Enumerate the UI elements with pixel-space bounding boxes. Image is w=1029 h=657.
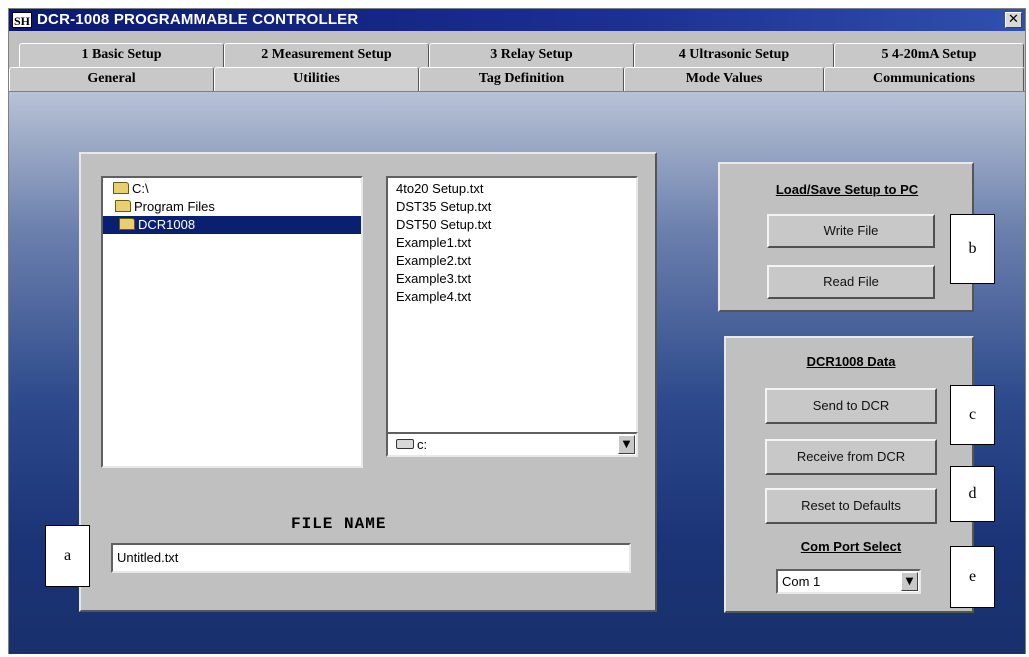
file-name-label: FILE NAME xyxy=(291,515,387,533)
callout-d: d xyxy=(950,466,995,522)
utilities-content: C:\ Program Files DCR1008 4to20 Setup.tx… xyxy=(9,91,1025,654)
tab-tag-definition[interactable]: Tag Definition xyxy=(419,67,624,91)
tab-mode-values[interactable]: Mode Values xyxy=(624,67,824,91)
write-file-button[interactable]: Write File xyxy=(767,214,935,248)
directory-list[interactable]: C:\ Program Files DCR1008 xyxy=(101,176,363,468)
callout-c: c xyxy=(950,385,995,445)
file-list-item[interactable]: Example3.txt xyxy=(396,270,471,288)
receive-from-dcr-button[interactable]: Receive from DCR xyxy=(765,439,937,475)
file-list-item[interactable]: DST35 Setup.txt xyxy=(396,198,491,216)
com-port-select[interactable]: Com 1 ▼ xyxy=(776,569,921,594)
folder-icon xyxy=(115,200,131,212)
file-name-input[interactable]: Untitled.txt xyxy=(111,543,631,573)
file-list-item[interactable]: Example1.txt xyxy=(396,234,471,252)
file-panel: C:\ Program Files DCR1008 4to20 Setup.tx… xyxy=(79,152,657,612)
title-bar[interactable]: SH DCR-1008 PROGRAMMABLE CONTROLLER ✕ xyxy=(9,9,1025,31)
com-port-label: Com Port Select xyxy=(800,539,902,554)
dcr-data-panel: DCR1008 Data Send to DCR Receive from DC… xyxy=(724,336,974,613)
app-window: SH DCR-1008 PROGRAMMABLE CONTROLLER ✕ 1 … xyxy=(8,8,1026,654)
tab-utilities[interactable]: Utilities xyxy=(214,67,419,91)
read-file-button[interactable]: Read File xyxy=(767,265,935,299)
folder-icon xyxy=(119,218,135,230)
file-list-item[interactable]: Example2.txt xyxy=(396,252,471,270)
dcr-data-title: DCR1008 Data xyxy=(806,354,896,369)
callout-b: b xyxy=(950,214,995,284)
file-list[interactable]: 4to20 Setup.txt DST35 Setup.txt DST50 Se… xyxy=(386,176,638,434)
folder-icon xyxy=(113,182,129,194)
tab-ultrasonic-setup[interactable]: 4 Ultrasonic Setup xyxy=(634,43,834,67)
reset-to-defaults-button[interactable]: Reset to Defaults xyxy=(765,488,937,524)
load-save-title: Load/Save Setup to PC xyxy=(775,182,919,197)
close-button[interactable]: ✕ xyxy=(1005,12,1022,28)
directory-item-selected[interactable]: DCR1008 xyxy=(103,216,361,234)
tab-measurement-setup[interactable]: 2 Measurement Setup xyxy=(224,43,429,67)
load-save-panel: Load/Save Setup to PC Write File Read Fi… xyxy=(718,162,974,312)
tab-row-secondary: General Utilities Tag Definition Mode Va… xyxy=(9,67,1025,93)
directory-item[interactable]: Program Files xyxy=(115,198,215,216)
callout-e: e xyxy=(950,546,995,608)
tab-row-primary: 1 Basic Setup 2 Measurement Setup 3 Rela… xyxy=(9,43,1025,69)
file-list-item[interactable]: Example4.txt xyxy=(396,288,471,306)
callout-a: a xyxy=(45,525,90,587)
tab-general[interactable]: General xyxy=(9,67,214,91)
tab-relay-setup[interactable]: 3 Relay Setup xyxy=(429,43,634,67)
directory-item[interactable]: C:\ xyxy=(113,180,149,198)
file-list-item[interactable]: DST50 Setup.txt xyxy=(396,216,491,234)
drive-icon xyxy=(396,439,414,449)
tab-communications[interactable]: Communications xyxy=(824,67,1024,91)
tab-basic-setup[interactable]: 1 Basic Setup xyxy=(19,43,224,67)
window-title: DCR-1008 PROGRAMMABLE CONTROLLER xyxy=(37,11,359,28)
tab-4-20ma-setup[interactable]: 5 4-20mA Setup xyxy=(834,43,1024,67)
chevron-down-icon[interactable]: ▼ xyxy=(618,435,635,454)
drive-select[interactable]: c: ▼ xyxy=(386,432,638,457)
chevron-down-icon[interactable]: ▼ xyxy=(901,572,918,591)
app-logo-icon: SH xyxy=(12,12,32,28)
file-list-item[interactable]: 4to20 Setup.txt xyxy=(396,180,483,198)
send-to-dcr-button[interactable]: Send to DCR xyxy=(765,388,937,424)
